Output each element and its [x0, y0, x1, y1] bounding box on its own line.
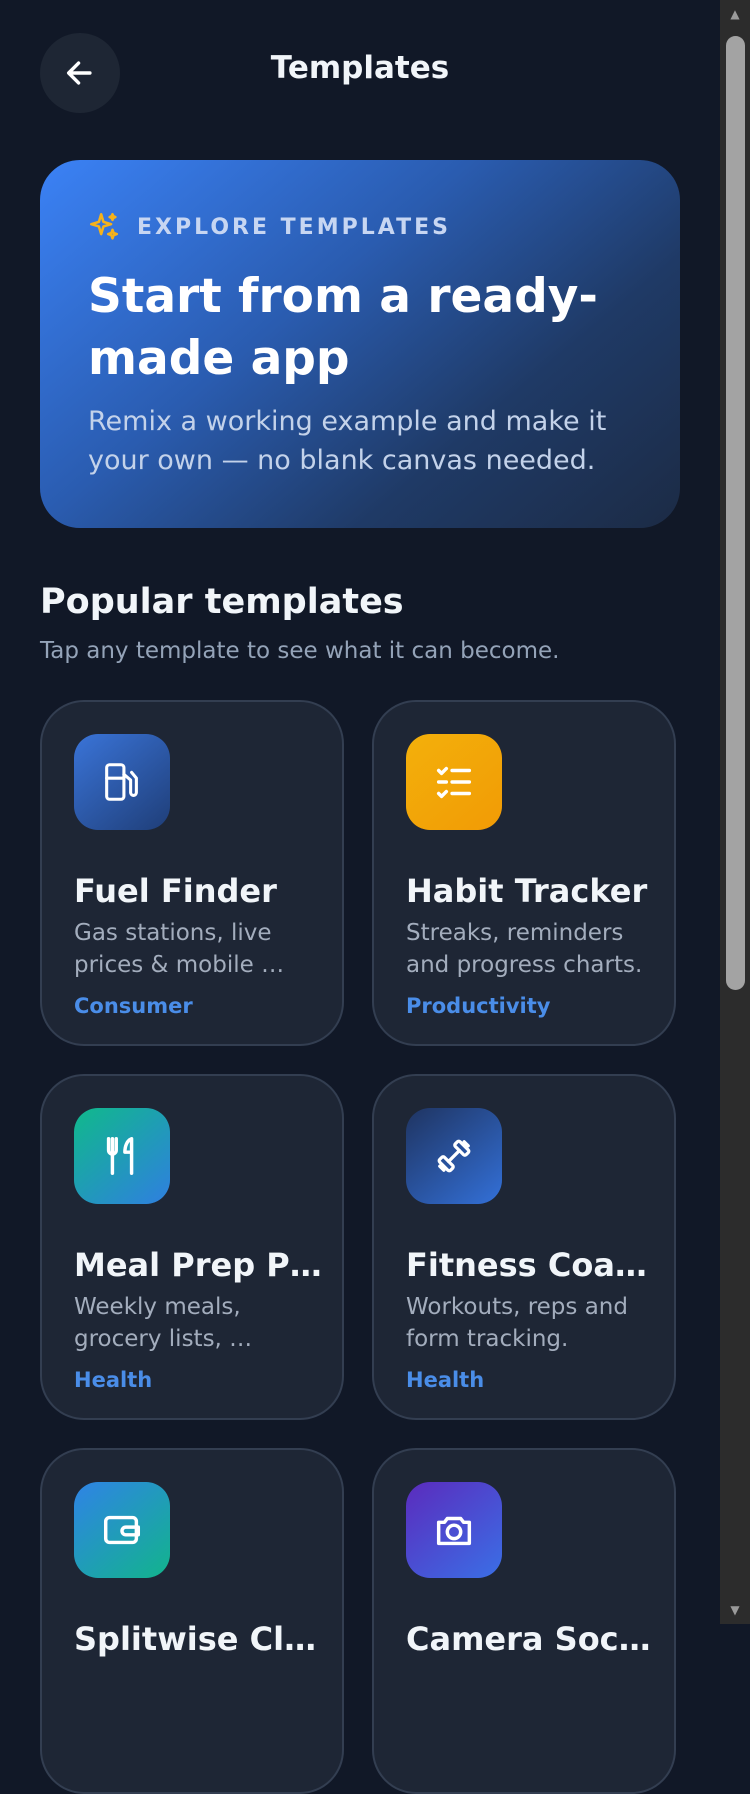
template-name: Camera Social [406, 1620, 656, 1658]
scroll-down-arrow-icon[interactable]: ▼ [720, 1596, 750, 1624]
template-icon-box [406, 1482, 502, 1578]
template-icon-box [406, 1108, 502, 1204]
templates-page: Templates EXPLORE TEMPLATES Start from a… [0, 0, 720, 1794]
template-icon-box [406, 734, 502, 830]
fuel-pump-icon [105, 763, 138, 801]
template-name: Fitness Coach [406, 1246, 656, 1284]
template-name: Splitwise Clo… [74, 1620, 324, 1658]
template-category: Health [74, 1368, 153, 1392]
camera-icon [436, 1516, 472, 1546]
template-card-camera-social[interactable]: Camera Social [372, 1448, 676, 1794]
template-description: Workouts, reps and form tracking. [406, 1294, 628, 1352]
template-card-meal-prep[interactable]: Meal Prep Pl… Weekly meals, grocery list… [40, 1074, 344, 1420]
page-title: Templates [270, 50, 450, 86]
sparkles-icon [89, 212, 119, 240]
template-description: Gas stations, live prices & mobile … [74, 920, 285, 978]
template-card-splitwise[interactable]: Splitwise Clo… [40, 1448, 344, 1794]
template-description: Weekly meals, grocery lists, … [74, 1294, 253, 1352]
section-title: Popular templates [40, 582, 404, 622]
scroll-up-arrow-icon[interactable]: ▲ [720, 0, 750, 28]
template-name: Meal Prep Pl… [74, 1246, 324, 1284]
hero-title: Start from a ready-made app [88, 269, 598, 386]
template-card-fuel-finder[interactable]: Fuel Finder Gas stations, live prices & … [40, 700, 344, 1046]
scrollbar-thumb[interactable] [726, 36, 745, 990]
template-category: Consumer [74, 994, 193, 1018]
template-name: Habit Tracker [406, 872, 648, 910]
template-name: Fuel Finder [74, 872, 277, 910]
template-icon-box [74, 734, 170, 830]
template-icon-box [74, 1108, 170, 1204]
template-description: Streaks, reminders and progress charts. [406, 920, 643, 978]
section-subtitle: Tap any template to see what it can beco… [40, 638, 560, 664]
header: Templates [0, 0, 720, 146]
template-card-fitness-coach[interactable]: Fitness Coach Workouts, reps and form tr… [372, 1074, 676, 1420]
template-category: Health [406, 1368, 485, 1392]
wallet-icon [103, 1515, 141, 1545]
hero-kicker: EXPLORE TEMPLATES [87, 210, 451, 244]
hero-kicker-label: EXPLORE TEMPLATES [137, 214, 451, 240]
hero-banner: EXPLORE TEMPLATES Start from a ready-mad… [40, 160, 680, 528]
scrollbar[interactable]: ▲ ▼ [720, 0, 750, 1624]
hero-subtitle: Remix a working example and make it your… [88, 406, 607, 476]
template-icon-box [74, 1482, 170, 1578]
dumbbell-icon [437, 1139, 471, 1173]
template-card-habit-tracker[interactable]: Habit Tracker Streaks, reminders and pro… [372, 700, 676, 1046]
template-category: Productivity [406, 994, 551, 1018]
checklist-icon [436, 766, 472, 799]
utensils-icon [106, 1137, 134, 1175]
